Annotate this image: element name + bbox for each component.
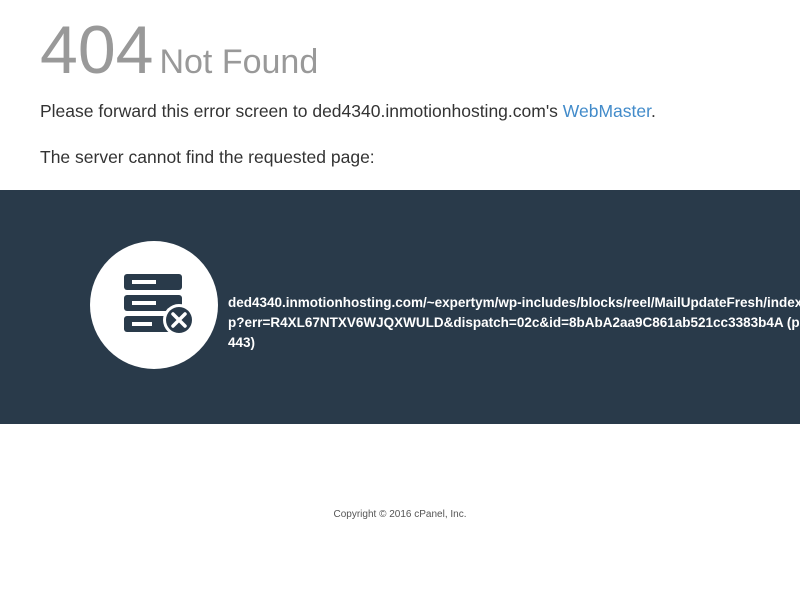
error-code: 404 [40,12,154,88]
error-header: 404 Not Found Please forward this error s… [0,0,800,190]
error-title-row: 404 Not Found [40,12,318,88]
copyright-footer: Copyright © 2016 cPanel, Inc. [333,509,467,520]
forward-message: Please forward this error screen to ded4… [40,101,656,122]
error-title: Not Found [159,43,319,81]
request-info-band: ded4340.inmotionhosting.com/~expertym/wp… [0,190,800,424]
forward-prefix-text: Please forward this error screen to ded4… [40,101,563,121]
forward-suffix-text: . [650,101,656,121]
server-error-icon [90,241,218,369]
server-message: The server cannot find the requested pag… [40,147,375,167]
requested-url: ded4340.inmotionhosting.com/~expertym/wp… [228,295,800,350]
webmaster-link[interactable]: WebMaster [563,101,651,121]
